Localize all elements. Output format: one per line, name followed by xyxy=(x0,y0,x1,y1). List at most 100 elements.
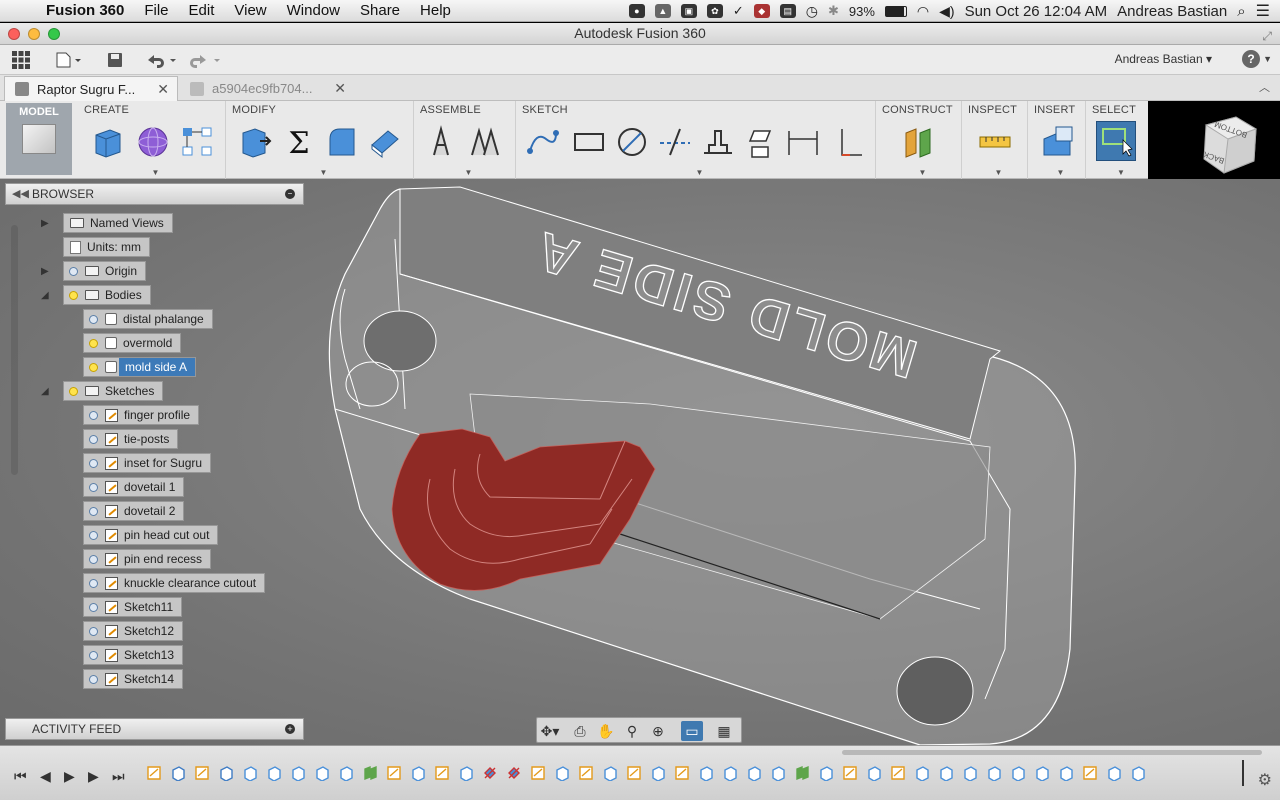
timeline-feature-extrude-icon[interactable] xyxy=(986,765,1002,781)
timeline-feature-extrude-icon[interactable] xyxy=(938,765,954,781)
close-window-button[interactable] xyxy=(8,28,20,40)
timeline-settings-icon[interactable]: ⚙ xyxy=(1258,770,1272,790)
visibility-bulb-icon[interactable] xyxy=(67,288,79,302)
app-grid-button[interactable] xyxy=(10,49,32,71)
joint-icon[interactable] xyxy=(424,125,458,159)
timeline-feature-extrude-icon[interactable] xyxy=(722,765,738,781)
timeline-feature-body-icon[interactable] xyxy=(218,765,234,781)
visibility-bulb-icon[interactable] xyxy=(87,360,99,374)
insert-dropdown-icon[interactable]: ▼ xyxy=(1057,168,1065,177)
visibility-bulb-icon[interactable] xyxy=(67,264,79,278)
measure-icon[interactable] xyxy=(978,125,1012,159)
step-forward-icon[interactable]: ▶ xyxy=(88,768,99,785)
visibility-bulb-icon[interactable] xyxy=(87,528,99,542)
timeline-feature-body-icon[interactable] xyxy=(170,765,186,781)
close-tab-icon[interactable]: ✕ xyxy=(157,81,169,98)
activity-feed-header[interactable]: ACTIVITY FEED + xyxy=(5,718,304,740)
visibility-bulb-icon[interactable] xyxy=(87,576,99,590)
timeline-feature-sketch-icon[interactable] xyxy=(530,765,546,781)
modify-dropdown-icon[interactable]: ▼ xyxy=(320,168,328,177)
select-button[interactable] xyxy=(1096,121,1136,161)
shield-icon[interactable]: ◆ xyxy=(753,4,770,18)
timeline-feature-plane-icon[interactable] xyxy=(362,765,378,781)
timeline-scrollbar[interactable] xyxy=(842,750,1262,755)
zoom-window-button[interactable] xyxy=(48,28,60,40)
spotlight-icon[interactable]: ⌕ xyxy=(1237,3,1245,20)
menu-help[interactable]: Help xyxy=(410,2,461,19)
collapse-triangle-icon[interactable]: ◢ xyxy=(41,386,49,397)
file-menu-button[interactable] xyxy=(54,49,84,71)
timeline-feature-plane-icon[interactable] xyxy=(794,765,810,781)
timeline-feature-extrude-icon[interactable] xyxy=(770,765,786,781)
collapse-triangle-icon[interactable]: ◢ xyxy=(41,290,49,301)
expand-triangle-icon[interactable]: ▶ xyxy=(41,266,49,277)
pattern-icon[interactable] xyxy=(180,125,214,159)
timeline-feature-sketch-icon[interactable] xyxy=(890,765,906,781)
menubar-user[interactable]: Andreas Bastian xyxy=(1117,3,1227,20)
tray-app-icon[interactable]: ● xyxy=(628,4,645,18)
notification-center-icon[interactable]: ☰ xyxy=(1256,1,1270,21)
visibility-bulb-icon[interactable] xyxy=(87,336,99,350)
timeline-feature-extrude-icon[interactable] xyxy=(314,765,330,781)
sketch-constraint-icon[interactable] xyxy=(830,125,864,159)
visibility-bulb-icon[interactable] xyxy=(87,456,99,470)
save-button[interactable] xyxy=(104,49,126,71)
timeline-feature-extrude-icon[interactable] xyxy=(866,765,882,781)
timeline-feature-extrude-icon[interactable] xyxy=(290,765,306,781)
timeline-feature-sketch-icon[interactable] xyxy=(842,765,858,781)
timeline-feature-sketch-icon[interactable] xyxy=(578,765,594,781)
display-settings-icon[interactable]: ▭ xyxy=(681,721,703,741)
spline-icon[interactable] xyxy=(526,125,560,159)
timeline-feature-extrude-icon[interactable] xyxy=(1058,765,1074,781)
pan-icon[interactable]: ✋ xyxy=(595,721,617,741)
tray-app-icon[interactable]: ▣ xyxy=(680,4,697,18)
sketch-dropdown-icon[interactable]: ▼ xyxy=(696,168,704,177)
timeline-feature-extrude-icon[interactable] xyxy=(266,765,282,781)
visibility-bulb-icon[interactable] xyxy=(87,312,99,326)
menu-file[interactable]: File xyxy=(134,2,178,19)
timeline-feature-extrude-icon[interactable] xyxy=(242,765,258,781)
fullscreen-icon[interactable]: ⤢ xyxy=(1262,26,1272,47)
battery-percent[interactable]: 93% xyxy=(849,4,875,19)
expand-triangle-icon[interactable]: ▶ xyxy=(41,218,49,229)
visibility-bulb-icon[interactable] xyxy=(87,600,99,614)
timeline-feature-sketch-icon[interactable] xyxy=(386,765,402,781)
user-account-menu[interactable]: Andreas Bastian ▾ xyxy=(1115,52,1212,66)
browser-pin-icon[interactable]: − xyxy=(285,189,295,199)
timeline-feature-sketch-icon[interactable] xyxy=(674,765,690,781)
timeline-feature-sketch-icon[interactable] xyxy=(626,765,642,781)
construct-dropdown-icon[interactable]: ▼ xyxy=(919,168,927,177)
visibility-bulb-icon[interactable] xyxy=(87,432,99,446)
browser-header[interactable]: ◀◀ BROWSER − xyxy=(5,183,304,205)
step-back-icon[interactable]: ◀ xyxy=(40,768,51,785)
menu-window[interactable]: Window xyxy=(277,2,350,19)
bluetooth-icon[interactable]: ✱ xyxy=(828,3,839,19)
redo-button[interactable] xyxy=(188,49,222,71)
project-icon[interactable] xyxy=(744,125,778,159)
timeline-feature-extrude-icon[interactable] xyxy=(1010,765,1026,781)
battery-icon[interactable] xyxy=(884,5,907,17)
trim-icon[interactable] xyxy=(658,125,692,159)
undo-button[interactable] xyxy=(144,49,178,71)
fillet-icon[interactable] xyxy=(324,125,358,159)
wifi-icon[interactable]: ◠ xyxy=(917,3,929,20)
timeline-feature-extrude-icon[interactable] xyxy=(338,765,354,781)
zoom-icon[interactable]: ⚲ xyxy=(621,721,643,741)
insert-mesh-icon[interactable] xyxy=(1040,125,1074,159)
help-icon[interactable]: ? xyxy=(1242,50,1260,68)
activity-feed-pin-icon[interactable]: + xyxy=(285,724,295,734)
inspect-dropdown-icon[interactable]: ▼ xyxy=(995,168,1003,177)
timeline-feature-extrude-icon[interactable] xyxy=(746,765,762,781)
timeline-feature-extrude-icon[interactable] xyxy=(914,765,930,781)
look-at-icon[interactable]: ⎙ xyxy=(569,721,591,741)
tray-app-icon[interactable]: ▤ xyxy=(779,4,796,18)
timeline-feature-extrude-icon[interactable] xyxy=(458,765,474,781)
select-dropdown-icon[interactable]: ▼ xyxy=(1117,168,1125,177)
timeline-feature-delete-icon[interactable] xyxy=(482,765,498,781)
time-machine-icon[interactable]: ◷ xyxy=(806,3,818,20)
circle-icon[interactable] xyxy=(615,125,649,159)
timeline-feature-extrude-icon[interactable] xyxy=(962,765,978,781)
grid-settings-icon[interactable]: ▦ xyxy=(713,721,735,741)
timeline-feature-extrude-icon[interactable] xyxy=(818,765,834,781)
view-cube[interactable]: BOTTOM BACK xyxy=(1200,115,1258,181)
